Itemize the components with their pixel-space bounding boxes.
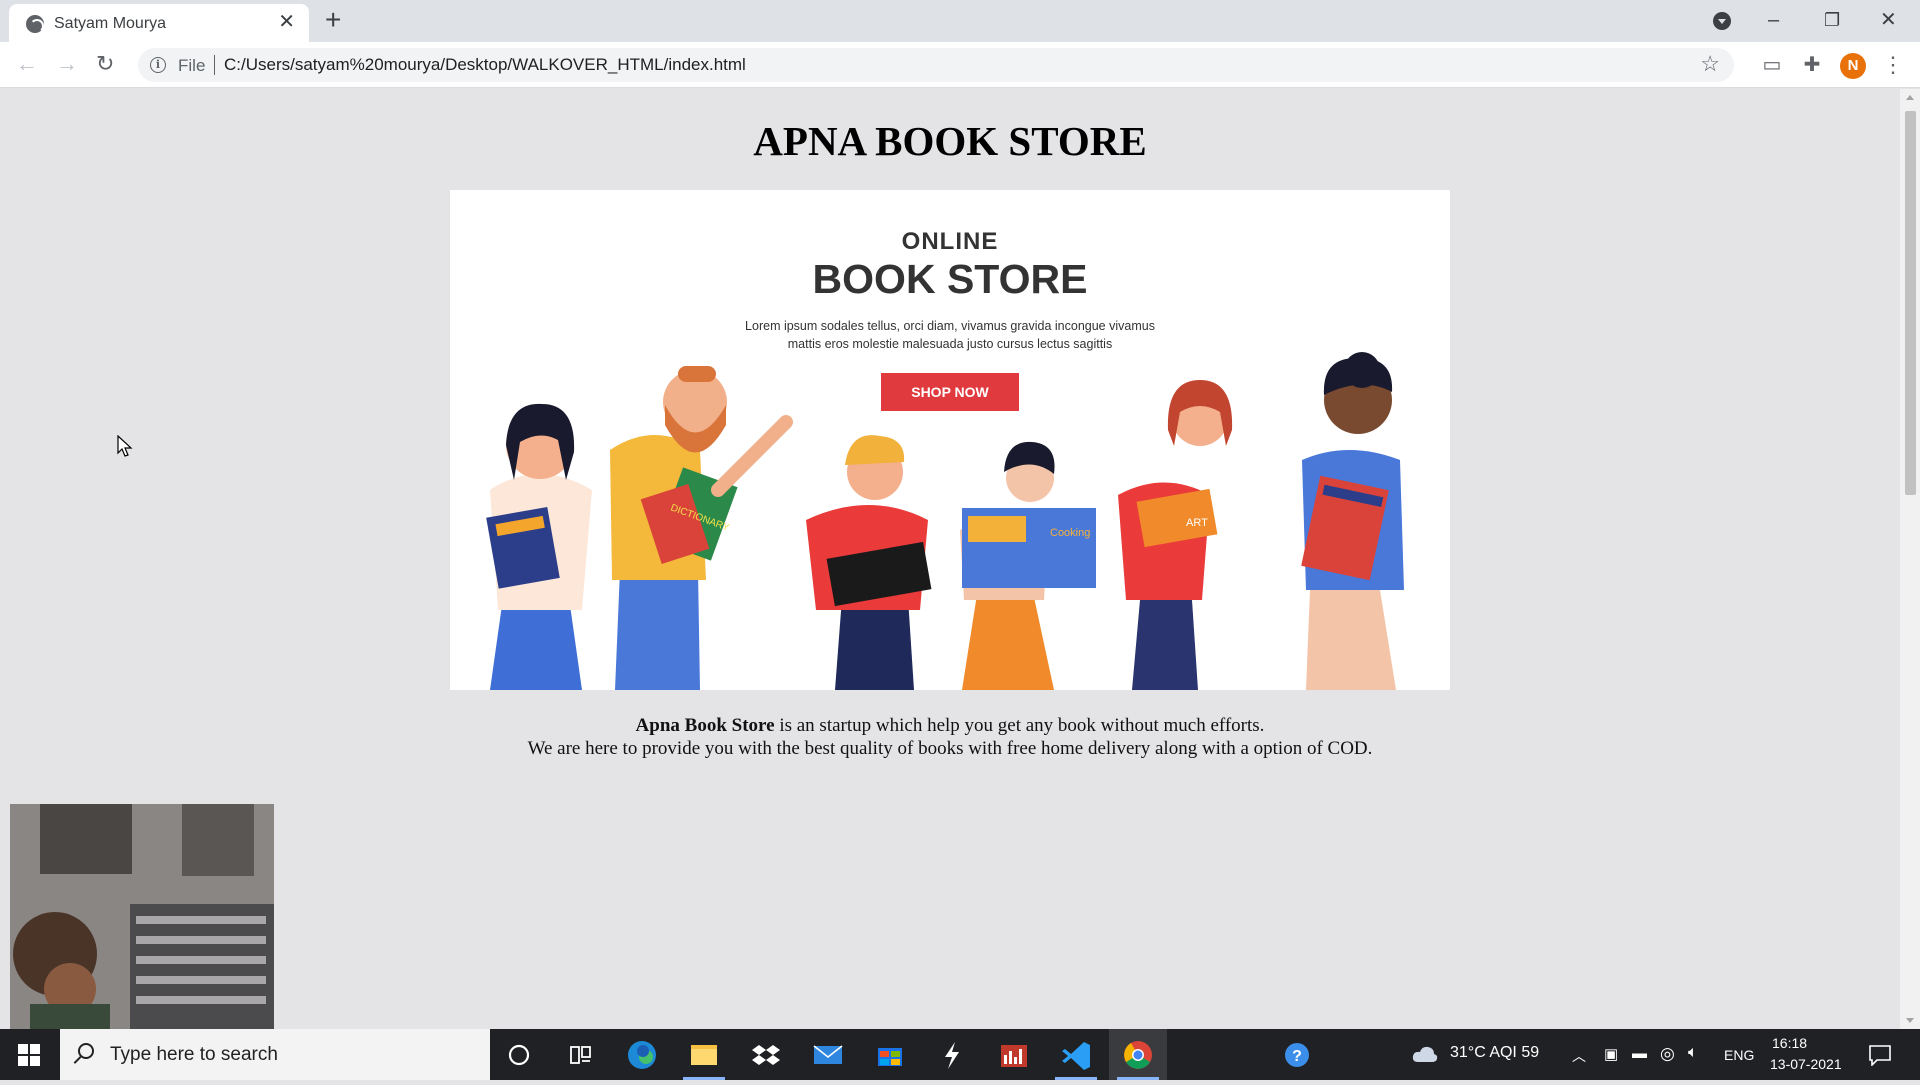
minimize-button[interactable]: –: [1768, 6, 1779, 34]
profile-avatar[interactable]: N: [1840, 53, 1866, 79]
tab-search-icon[interactable]: [1713, 12, 1731, 30]
language-indicator[interactable]: ENG: [1724, 1047, 1754, 1063]
description-line1: Apna Book Store is an startup which help…: [0, 714, 1900, 737]
back-button[interactable]: ←: [16, 51, 38, 77]
restore-button[interactable]: ❐: [1824, 6, 1840, 34]
tray-chevron-icon[interactable]: ︿: [1572, 1046, 1586, 1066]
page-title: APNA BOOK STORE: [753, 118, 1147, 164]
svg-text:?: ?: [1292, 1048, 1302, 1065]
banner-title: BOOK STORE: [812, 256, 1088, 302]
dropbox-icon[interactable]: [737, 1029, 795, 1080]
windows-start-icon[interactable]: [18, 1044, 40, 1066]
reader-figure-1: [486, 403, 592, 690]
new-tab-button[interactable]: +: [325, 6, 341, 34]
info-icon[interactable]: i: [150, 57, 166, 73]
clock-time[interactable]: 16:18: [1772, 1035, 1807, 1051]
webcam-video: [10, 804, 274, 1029]
help-icon[interactable]: ?: [1268, 1029, 1326, 1080]
webcam-overlay: [10, 804, 274, 1029]
tab-strip: Satyam Mourya ✕ + – ❐ ✕: [0, 0, 1920, 42]
close-window-button[interactable]: ✕: [1880, 6, 1897, 34]
globe-icon: [26, 15, 44, 33]
reader-figure-3: [806, 435, 932, 690]
notification-center-icon[interactable]: [1868, 1044, 1892, 1066]
reader-figure-6: [1301, 352, 1404, 690]
battery-icon[interactable]: ▬: [1632, 1045, 1647, 1062]
banner-subtext: Lorem ipsum sodales tellus, orci diam, v…: [450, 317, 1450, 353]
banner-subtext-line1: Lorem ipsum sodales tellus, orci diam, v…: [745, 319, 1155, 333]
store-icon[interactable]: [861, 1029, 919, 1080]
close-tab-icon[interactable]: ✕: [278, 12, 295, 32]
app-lightning-icon[interactable]: [923, 1029, 981, 1080]
brand-name: Apna Book Store: [635, 715, 775, 736]
description-line2: We are here to provide you with the best…: [527, 738, 1373, 759]
url-text[interactable]: C:/Users/satyam%20mourya/Desktop/WALKOVE…: [224, 55, 746, 75]
banner-subtext-line2: mattis eros molestie malesuada justo cur…: [787, 337, 1113, 351]
edge-browser-icon[interactable]: [613, 1029, 671, 1080]
clock-date[interactable]: 13-07-2021: [1770, 1056, 1842, 1072]
store-description: Apna Book Store is an startup which help…: [0, 714, 1900, 760]
tab-title: Satyam Mourya: [54, 15, 167, 32]
book-label-cooking: Cooking: [1050, 527, 1090, 539]
description-line1-rest: is an startup which help you get any boo…: [774, 715, 1265, 736]
book-label-art: ART: [1186, 517, 1208, 529]
mouse-cursor-icon: [117, 435, 133, 457]
reader-figure-4: Cooking: [960, 441, 1096, 690]
file-explorer-icon[interactable]: [675, 1029, 733, 1080]
taskbar-search-box[interactable]: Type here to search: [60, 1029, 490, 1080]
extensions-icon[interactable]: ✚: [1801, 54, 1823, 76]
task-view-icon[interactable]: [551, 1029, 609, 1080]
search-icon: [78, 1043, 94, 1059]
mail-icon[interactable]: [799, 1029, 857, 1080]
page-viewport: APNA BOOK STORE Cooking ART DICTIONARY O…: [0, 89, 1900, 1029]
url-separator: [214, 55, 215, 75]
reading-list-icon[interactable]: ▭: [1761, 54, 1783, 76]
scroll-down-icon[interactable]: [1906, 1018, 1914, 1023]
forward-button[interactable]: →: [56, 51, 78, 77]
weather-text[interactable]: 31°C AQI 59: [1450, 1044, 1539, 1062]
url-scheme: File: [178, 56, 206, 75]
banner-image: Cooking ART DICTIONARY ONLINE BOOK STORE…: [450, 190, 1450, 690]
reload-button[interactable]: ↻: [96, 51, 114, 77]
address-bar[interactable]: i File C:/Users/satyam%20mourya/Desktop/…: [138, 48, 1734, 82]
windows-taskbar: Type here to search ? 31°C AQI 59 ︿ ▣ ▬ …: [0, 1029, 1920, 1080]
network-globe-icon[interactable]: ◎: [1660, 1044, 1675, 1064]
reader-figure-5: ART: [1118, 380, 1233, 690]
chrome-icon[interactable]: [1109, 1029, 1167, 1080]
banner-kicker: ONLINE: [901, 228, 999, 255]
browser-tab[interactable]: Satyam Mourya ✕: [9, 4, 309, 42]
scrollbar-thumb[interactable]: [1905, 111, 1916, 495]
bookmark-star-icon[interactable]: ☆: [1700, 51, 1720, 77]
vscode-icon[interactable]: [1047, 1029, 1105, 1080]
spss-icon[interactable]: [985, 1029, 1043, 1080]
weather-cloud-icon[interactable]: [1412, 1044, 1438, 1064]
menu-icon[interactable]: ⋮: [1882, 54, 1904, 76]
cortana-icon[interactable]: [490, 1029, 548, 1080]
scroll-up-icon[interactable]: [1906, 95, 1914, 100]
shop-now-button: SHOP NOW: [881, 373, 1019, 411]
taskbar-search-placeholder: Type here to search: [110, 1044, 278, 1065]
meet-now-icon[interactable]: ▣: [1604, 1045, 1618, 1063]
volume-icon[interactable]: 🔈︎: [1688, 1044, 1698, 1062]
page-scrollbar[interactable]: [1900, 89, 1920, 1029]
browser-toolbar: ← → ↻ i File C:/Users/satyam%20mourya/De…: [0, 42, 1920, 88]
reader-figure-2: [610, 366, 793, 690]
